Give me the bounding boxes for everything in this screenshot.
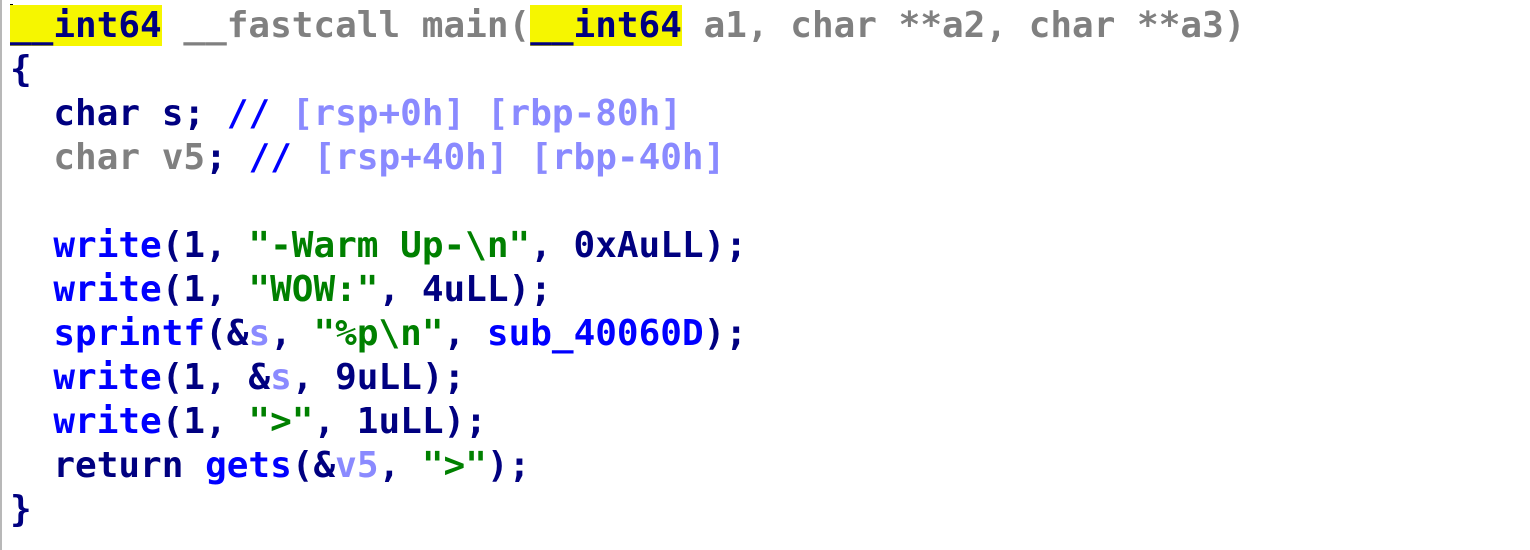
code-token[interactable]: "WOW:" — [248, 269, 378, 310]
code-token[interactable]: "%p\n" — [313, 313, 443, 354]
code-token[interactable]: write — [10, 269, 161, 310]
code-token[interactable]: (1, — [162, 225, 249, 266]
code-token[interactable]: write — [10, 401, 161, 442]
code-token[interactable]: (1, — [162, 401, 249, 442]
code-token[interactable]: // — [248, 137, 313, 178]
code-line[interactable]: __int64 __fastcall main(__int64 a1, char… — [10, 4, 1245, 48]
code-token[interactable]: , 4uLL); — [378, 269, 551, 310]
code-line[interactable]: write(1, "WOW:", 4uLL); — [10, 268, 552, 312]
code-token[interactable]: "-Warm Up-\n" — [248, 225, 530, 266]
code-token[interactable]: char v5 — [10, 137, 205, 178]
code-token[interactable]: return — [10, 445, 205, 486]
code-token[interactable]: , — [379, 445, 422, 486]
code-token[interactable]: ">" — [422, 445, 487, 486]
code-token[interactable]: char s; — [10, 93, 227, 134]
code-line[interactable]: write(1, ">", 1uLL); — [10, 400, 487, 444]
code-token[interactable]: (& — [205, 313, 248, 354]
code-token[interactable]: __fastcall main( — [162, 5, 530, 46]
code-line[interactable]: } — [10, 488, 32, 532]
code-token[interactable]: write — [10, 225, 161, 266]
code-line[interactable]: char v5; // [rsp+40h] [rbp-40h] — [10, 136, 725, 180]
code-line[interactable]: return gets(&v5, ">"); — [10, 444, 530, 488]
code-token[interactable]: sprintf — [10, 313, 205, 354]
code-token[interactable]: , 0xAuLL); — [530, 225, 747, 266]
code-line[interactable]: sprintf(&s, "%p\n", sub_40060D); — [10, 312, 747, 356]
code-token[interactable]: s — [270, 357, 292, 398]
code-line[interactable]: write(1, "-Warm Up-\n", 0xAuLL); — [10, 224, 747, 268]
code-line[interactable]: write(1, &s, 9uLL); — [10, 356, 465, 400]
code-token[interactable]: sub_40060D — [487, 313, 704, 354]
code-token[interactable]: (1, & — [162, 357, 270, 398]
code-token[interactable]: ); — [704, 313, 747, 354]
code-token[interactable]: [rsp+0h] [rbp-80h] — [292, 93, 682, 134]
code-token[interactable]: write — [10, 357, 161, 398]
code-token[interactable]: , — [270, 313, 313, 354]
code-token[interactable]: { — [10, 49, 32, 90]
code-token[interactable]: ">" — [248, 401, 313, 442]
code-line[interactable]: char s; // [rsp+0h] [rbp-80h] — [10, 92, 682, 136]
code-token[interactable]: gets — [205, 445, 292, 486]
code-token[interactable]: v5 — [335, 445, 378, 486]
code-token[interactable]: (1, — [162, 269, 249, 310]
code-token[interactable]: (& — [292, 445, 335, 486]
code-token[interactable]: , 1uLL); — [313, 401, 486, 442]
code-token[interactable]: ); — [487, 445, 530, 486]
highlighted-token[interactable]: __int64 — [530, 5, 682, 46]
code-token[interactable]: s — [248, 313, 270, 354]
code-token[interactable]: a1, char **a2, char **a3) — [682, 5, 1246, 46]
code-line[interactable]: { — [10, 48, 32, 92]
code-token[interactable]: // — [227, 93, 292, 134]
highlighted-token[interactable]: __int64 — [10, 5, 162, 46]
code-token[interactable]: ; — [205, 137, 248, 178]
code-token[interactable]: , — [444, 313, 487, 354]
code-token[interactable]: , 9uLL); — [292, 357, 465, 398]
code-token[interactable]: } — [10, 489, 32, 530]
pseudocode-view[interactable]: __int64 __fastcall main(__int64 a1, char… — [0, 0, 1530, 550]
code-token[interactable]: [rsp+40h] [rbp-40h] — [313, 137, 725, 178]
